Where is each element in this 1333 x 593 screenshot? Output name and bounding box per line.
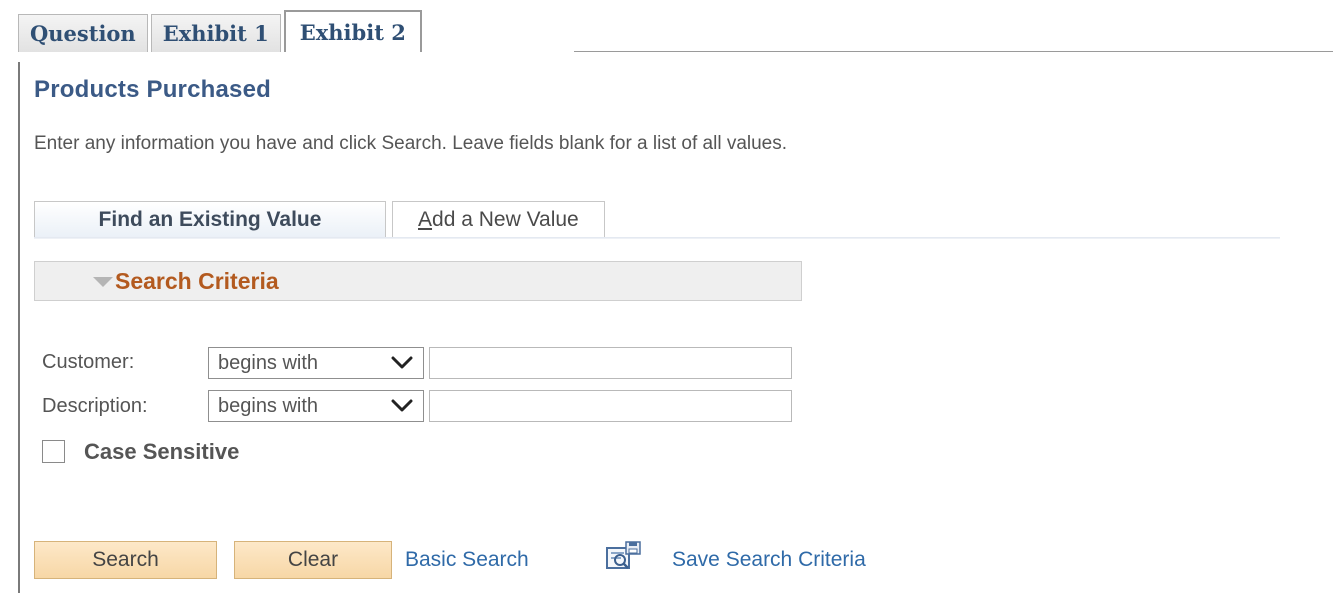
save-search-criteria-link[interactable]: Save Search Criteria xyxy=(672,548,866,572)
case-sensitive-checkbox[interactable] xyxy=(42,440,65,463)
clear-button[interactable]: Clear xyxy=(234,541,392,579)
customer-operator-value: begins with xyxy=(218,351,319,374)
save-search-icon[interactable] xyxy=(604,540,644,572)
triangle-down-icon xyxy=(93,277,113,287)
description-label: Description: xyxy=(42,395,148,417)
tab-question[interactable]: Question xyxy=(18,14,148,52)
search-criteria-header[interactable]: Search Criteria xyxy=(34,261,802,301)
tab-add-new-value[interactable]: Add a New Value xyxy=(392,201,605,238)
customer-value-input[interactable] xyxy=(429,347,792,379)
case-sensitive-label[interactable]: Case Sensitive xyxy=(84,439,239,465)
customer-operator-select[interactable]: begins with xyxy=(208,347,424,379)
tab-exhibit-2[interactable]: Exhibit 2 xyxy=(283,10,422,52)
description-operator-select[interactable]: begins with xyxy=(208,390,424,422)
instructions-text: Enter any information you have and click… xyxy=(34,133,788,154)
tab-find-existing-value[interactable]: Find an Existing Value xyxy=(34,201,386,238)
tab-exhibit-1[interactable]: Exhibit 1 xyxy=(150,14,281,52)
chevron-down-icon xyxy=(391,356,413,369)
search-criteria-title: Search Criteria xyxy=(115,267,279,294)
mode-tab-bar: Find an Existing Value Add a New Value xyxy=(34,201,605,238)
description-value-input[interactable] xyxy=(429,390,792,422)
exhibit-tab-bar: Question Exhibit 1 Exhibit 2 xyxy=(18,10,422,52)
tab-divider xyxy=(574,51,1333,52)
page-title: Products Purchased xyxy=(34,76,272,103)
customer-label: Customer: xyxy=(42,351,135,373)
content-border xyxy=(18,62,20,593)
search-button[interactable]: Search xyxy=(34,541,217,579)
basic-search-link[interactable]: Basic Search xyxy=(405,548,529,572)
add-tab-access-key: A xyxy=(418,208,433,231)
mode-tab-divider xyxy=(34,237,1280,239)
description-operator-value: begins with xyxy=(218,394,319,417)
chevron-down-icon xyxy=(391,399,413,412)
add-tab-label: dd a New Value xyxy=(432,208,579,231)
